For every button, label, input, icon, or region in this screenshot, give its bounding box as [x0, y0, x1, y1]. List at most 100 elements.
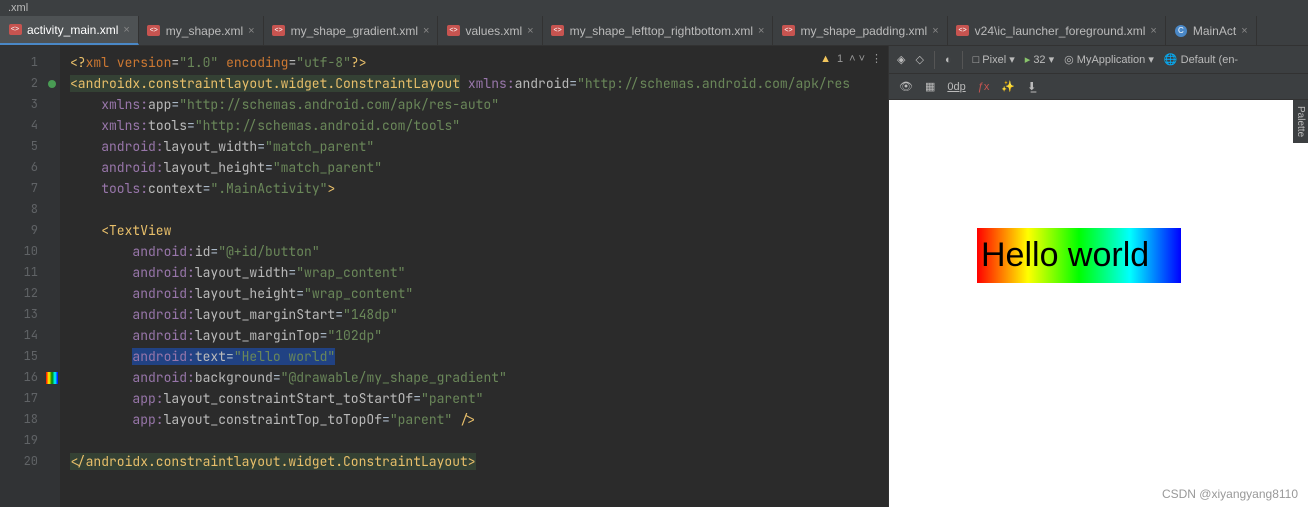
fx-icon[interactable]: ƒx [978, 81, 990, 93]
palette-tool-window[interactable]: Palette [1293, 100, 1308, 143]
xml-file-icon: <> [551, 24, 565, 38]
code-line[interactable]: xmlns:app="http://schemas.android.com/ap… [70, 94, 888, 115]
tab-my-shape-gradient-xml[interactable]: <>my_shape_gradient.xml× [264, 16, 439, 45]
line-number: 3 [0, 94, 38, 115]
close-icon[interactable]: × [1150, 25, 1156, 37]
night-mode-icon[interactable]: ◐ [945, 54, 952, 66]
code-line[interactable] [70, 199, 888, 220]
code-line[interactable]: android:layout_width="match_parent" [70, 136, 888, 157]
tab-label: values.xml [465, 24, 522, 38]
zoom-level[interactable]: 0dp [947, 81, 965, 93]
gutter-blank [44, 388, 60, 409]
xml-file-icon: <> [8, 23, 22, 37]
code-line[interactable]: android:layout_marginTop="102dp" [70, 325, 888, 346]
code-line[interactable]: tools:context=".MainActivity"> [70, 178, 888, 199]
api-selector[interactable]: ▸ 32 ▾ [1025, 53, 1054, 66]
gutter-blank [44, 199, 60, 220]
more-icon[interactable]: ⋮ [871, 52, 882, 65]
gutter-blank [44, 115, 60, 136]
tab-label: my_shape.xml [166, 24, 243, 38]
tab-my-shape-lefttop-rightbottom-xml[interactable]: <> my_shape_lefttop_rightbottom.xml × [543, 16, 774, 45]
design-surface-icon[interactable]: ◈ [897, 53, 905, 66]
gutter-blank [44, 220, 60, 241]
gutter-blank [44, 157, 60, 178]
design-canvas[interactable]: Palette Hello world CSDN @xiyangyang8110 [889, 100, 1308, 507]
tab-v24-ic-launcher-foreground-xml[interactable]: <>v24\ic_launcher_foreground.xml× [948, 16, 1166, 45]
nav-arrows[interactable]: ˄ ˅ [849, 53, 865, 65]
code-area[interactable]: <?xml version="1.0" encoding="utf-8"?><a… [60, 46, 888, 507]
code-line[interactable]: xmlns:tools="http://schemas.android.com/… [70, 115, 888, 136]
line-number: 9 [0, 220, 38, 241]
code-line[interactable]: app:layout_constraintTop_toTopOf="parent… [70, 409, 888, 430]
close-icon[interactable]: × [248, 25, 254, 37]
tab-activity-main-xml[interactable]: <>activity_main.xml× [0, 16, 139, 45]
gutter-blank [44, 283, 60, 304]
code-line[interactable]: <?xml version="1.0" encoding="utf-8"?> [70, 52, 888, 73]
tab-label: my_shape_lefttop_rightbottom.xml [570, 24, 753, 38]
tab-my-shape-padding-xml[interactable]: <>my_shape_padding.xml× [773, 16, 947, 45]
close-icon[interactable]: × [1241, 25, 1247, 37]
code-line[interactable]: app:layout_constraintStart_toStartOf="pa… [70, 388, 888, 409]
line-number: 5 [0, 136, 38, 157]
code-line[interactable]: <TextView [70, 220, 888, 241]
line-number: 14 [0, 325, 38, 346]
align-icon[interactable]: ⬇̲ [1027, 80, 1036, 93]
preview-toolbar-2: 👁 ▦ 0dp ƒx ✨ ⬇̲ [889, 74, 1308, 100]
class-file-icon: C [1174, 24, 1188, 38]
theme-selector[interactable]: ◎ MyApplication ▾ [1064, 53, 1154, 66]
close-icon[interactable]: × [527, 25, 533, 37]
line-number: 4 [0, 115, 38, 136]
close-icon[interactable]: × [758, 25, 764, 37]
textview-hello[interactable]: Hello world [977, 228, 1181, 283]
editor-tabs: <>activity_main.xml×<>my_shape.xml×<>my_… [0, 16, 1308, 46]
xml-file-icon: <> [446, 24, 460, 38]
tab-my-shape-xml[interactable]: <> my_shape.xml × [139, 16, 264, 45]
line-number: 2 [0, 73, 38, 94]
close-icon[interactable]: × [423, 25, 429, 37]
locale-selector[interactable]: 🌐 Default (en- [1164, 53, 1238, 66]
xml-file-icon: <> [147, 24, 161, 38]
warning-icon: ▲ [820, 53, 831, 65]
inspection-widget[interactable]: ▲ 1 ˄ ˅ ⋮ [820, 52, 882, 65]
gutter-blank [44, 430, 60, 451]
xml-file-icon: <> [956, 24, 970, 38]
code-line[interactable]: android:layout_marginStart="148dp" [70, 304, 888, 325]
gutter-blank [44, 304, 60, 325]
code-line[interactable]: </androidx.constraintlayout.widget.Const… [70, 451, 888, 472]
tab-label: my_shape_padding.xml [800, 24, 927, 38]
tab-values-xml[interactable]: <> values.xml × [438, 16, 542, 45]
eye-icon[interactable]: 👁 [899, 80, 913, 93]
code-line[interactable]: <androidx.constraintlayout.widget.Constr… [70, 73, 888, 94]
gutter-blank [44, 325, 60, 346]
code-line[interactable] [70, 430, 888, 451]
gutter-blank [44, 346, 60, 367]
code-editor[interactable]: 1234567891011121314151617181920 <?xml ve… [0, 46, 888, 507]
gutter-blank [44, 94, 60, 115]
code-line[interactable]: android:layout_height="match_parent" [70, 157, 888, 178]
line-number: 15 [0, 346, 38, 367]
gutter-blank [44, 451, 60, 472]
line-gutter: 1234567891011121314151617181920 [0, 46, 44, 507]
grid-icon[interactable]: ▦ [925, 80, 935, 93]
tab-mainact[interactable]: C MainAct × [1166, 16, 1257, 45]
close-icon[interactable]: × [932, 25, 938, 37]
device-selector[interactable]: □ Pixel ▾ [973, 53, 1015, 66]
wand-icon[interactable]: ✨ [1001, 80, 1015, 93]
code-line[interactable]: android:text="Hello world" [70, 346, 888, 367]
code-line[interactable]: android:background="@drawable/my_shape_g… [70, 367, 888, 388]
line-number: 8 [0, 199, 38, 220]
line-number: 13 [0, 304, 38, 325]
run-gutter-icon [44, 73, 60, 94]
line-number: 12 [0, 283, 38, 304]
line-number: 18 [0, 409, 38, 430]
code-line[interactable]: android:id="@+id/button" [70, 241, 888, 262]
code-line[interactable]: android:layout_height="wrap_content" [70, 283, 888, 304]
gutter-markers [44, 46, 60, 507]
line-number: 1 [0, 52, 38, 73]
line-number: 17 [0, 388, 38, 409]
tab-label: MainAct [1193, 24, 1236, 38]
line-number: 7 [0, 178, 38, 199]
code-line[interactable]: android:layout_width="wrap_content" [70, 262, 888, 283]
close-icon[interactable]: × [123, 24, 129, 36]
orientation-icon[interactable]: ◇ [915, 53, 923, 66]
